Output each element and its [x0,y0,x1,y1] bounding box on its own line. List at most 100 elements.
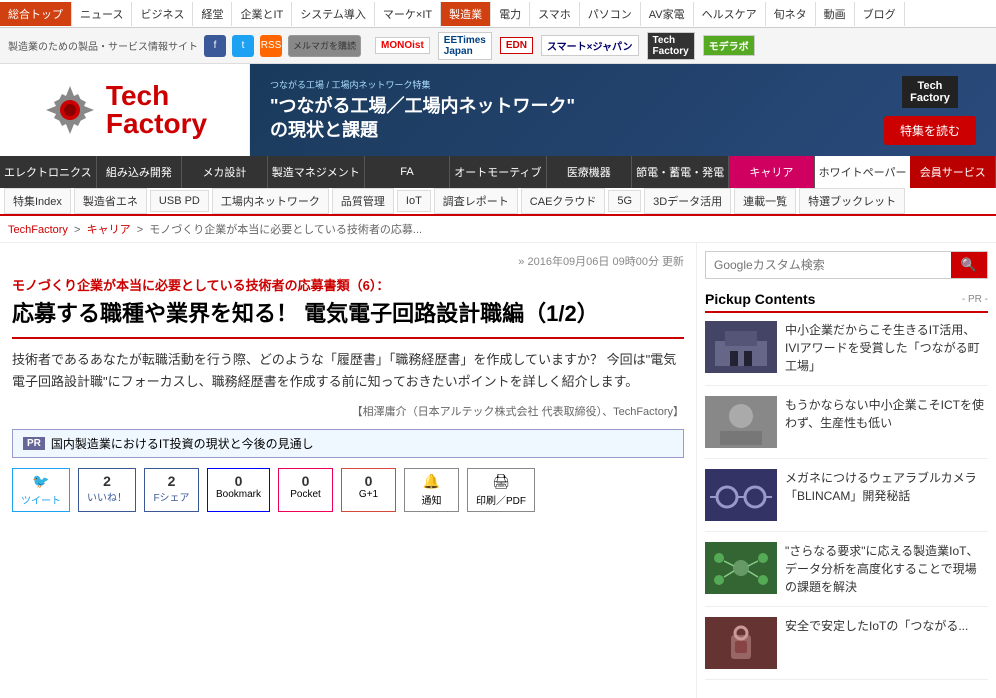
top-nav-item-trending[interactable]: 旬ネタ [766,2,816,26]
article-date: » 2016年09月06日 09時00分 更新 [12,253,684,269]
facebook-like-button[interactable]: 2 いいね！ [78,468,136,512]
cat-embedded[interactable]: 組み込み開発 [97,156,183,188]
top-nav-item-av[interactable]: AV家電 [641,2,694,26]
sub-nav-survey[interactable]: 調査レポート [434,188,518,214]
pickup-item-4: 安全で安定したIoTの「つながる... [705,617,988,680]
pickup-item-0: 中小企業だからこそ生きるIT活用、IVIアワードを受賞した「つながる町工場」 [705,321,988,386]
pickup-item-2: メガネにつけるウェアラブルカメラ「BLINCAM」開発秘話 [705,469,988,532]
facebook-icon[interactable]: f [204,35,226,57]
techfactory-partner-logo[interactable]: TechFactory [647,32,695,60]
pickup-title: Pickup Contents [705,291,815,307]
twitter-icon[interactable]: t [232,35,254,57]
article-author: 【相澤庸介（日本アルテック株式会社 代表取締役）、TechFactory】 [12,403,684,419]
pocket-label: Pocket [290,489,321,500]
bookmark-count: 0 [235,473,243,489]
logo-box: Tech Factory [42,82,207,138]
print-icon: 🖨 [492,473,510,490]
cat-automotive[interactable]: オートモーティブ [450,156,546,188]
banner-headline: "つながる工場／工場内ネットワーク"の現状と課題 [270,95,575,142]
monoist-logo[interactable]: MONOist [375,37,430,54]
top-nav-item-manufacturing[interactable]: 製造業 [441,2,491,26]
banner-tf-badge: TechFactory [902,76,958,108]
share-row: 🐦 ツイート 2 いいね！ 2 Fシェア 0 Bookmark 0 Pocket… [12,468,684,512]
cat-mecha[interactable]: メカ設計 [182,156,268,188]
cat-energy[interactable]: 節電・蓄電・発電 [632,156,729,188]
sub-nav-3d[interactable]: 3Dデータ活用 [644,188,731,214]
pickup-thumb-2 [705,469,777,521]
rss-icon[interactable]: RSS [260,35,282,57]
header-banner[interactable]: つながる工場 / 工場内ネットワーク特集 "つながる工場／工場内ネットワーク"の… [250,64,996,156]
facebook-share-button[interactable]: 2 Fシェア [144,468,199,512]
top-nav-item-smartphone[interactable]: スマホ [530,2,580,26]
gplus-button[interactable]: 0 G+1 [341,468,396,512]
search-box: 🔍 [705,251,988,279]
site-description: 製造業のための製品・サービス情報サイト [8,38,198,53]
pocket-button[interactable]: 0 Pocket [278,468,333,512]
sub-nav-quality[interactable]: 品質管理 [332,188,394,214]
top-nav-item-power[interactable]: 電力 [491,2,530,26]
pickup-text-0[interactable]: 中小企業だからこそ生きるIT活用、IVIアワードを受賞した「つながる町工場」 [785,321,988,375]
cat-member[interactable]: 会員サービス [910,156,996,188]
banner-read-button[interactable]: 特集を読む [884,116,976,145]
sub-nav-cae[interactable]: CAEクラウド [521,188,606,214]
pickup-thumb-1 [705,396,777,448]
facebook-label: いいね！ [87,489,127,504]
cat-whitepaper[interactable]: ホワイトペーパー [815,156,911,188]
print-label: 印刷／PDF [476,492,526,507]
pickup-pr-tag: - PR - [962,294,988,305]
cat-medical[interactable]: 医療機器 [547,156,633,188]
breadcrumb-home[interactable]: TechFactory [8,224,68,236]
pr-banner[interactable]: PR 国内製造業におけるIT投資の現状と今後の見通し [12,429,684,458]
top-nav-item-news[interactable]: ニュース [72,2,132,26]
bookmark-button[interactable]: 0 Bookmark [207,468,270,512]
pickup-text-3[interactable]: "さらなる要求"に応える製造業IoT、データ分析を高度化することで現場の課題を解… [785,542,988,596]
site-header: Tech Factory つながる工場 / 工場内ネットワーク特集 "つながる工… [0,64,996,156]
sub-nav-series[interactable]: 連載一覧 [734,188,796,214]
search-button[interactable]: 🔍 [951,252,987,278]
top-nav-item-system[interactable]: システム導入 [292,2,375,26]
pickup-text-2[interactable]: メガネにつけるウェアラブルカメラ「BLINCAM」開発秘話 [785,469,988,521]
sub-nav-usbpd[interactable]: USB PD [150,190,209,212]
sub-nav-booklet[interactable]: 特選ブックレット [799,188,905,214]
pickup-thumb-3 [705,542,777,594]
top-nav-item-health[interactable]: ヘルスケア [694,2,766,26]
top-nav-item-business[interactable]: ビジネス [132,2,193,26]
notify-button[interactable]: 🔔 通知 [404,468,459,512]
pickup-text-1[interactable]: もうかならない中小企業こそICTを使わず、生産性も低い [785,396,988,448]
sub-nav: 特集Index 製造省エネ USB PD 工場内ネットワーク 品質管理 IoT … [0,188,996,216]
cat-career[interactable]: キャリア [729,156,815,188]
cat-electronics[interactable]: エレクトロニクス [0,156,97,188]
sub-nav-manufacturing-energy[interactable]: 製造省エネ [74,188,147,214]
search-input[interactable] [706,252,951,278]
top-nav-item-economy[interactable]: 経堂 [193,2,232,26]
pickup-item-3: "さらなる要求"に応える製造業IoT、データ分析を高度化することで現場の課題を解… [705,542,988,607]
sidebar: 🔍 Pickup Contents - PR - 中小企業だからこそ生きるIT活… [696,243,996,698]
top-nav-item-video[interactable]: 動画 [816,2,855,26]
top-nav-item-company-it[interactable]: 企業とIT [232,2,292,26]
breadcrumb-career[interactable]: キャリア [87,224,131,236]
sub-nav-index[interactable]: 特集Index [4,188,71,214]
twitter-share-button[interactable]: 🐦 ツイート [12,468,70,512]
gplus-count: 0 [365,473,373,489]
morelabo-logo[interactable]: モデラボ [703,35,755,56]
cat-manufacturing-mgmt[interactable]: 製造マネジメント [268,156,365,188]
mail-magazine-button[interactable]: メルマガを購読 [288,35,361,57]
top-nav-item-market[interactable]: マーケ×IT [375,2,441,26]
edn-logo[interactable]: EDN [500,37,533,54]
eetimes-logo[interactable]: EETimesJapan [438,32,492,60]
article-series: モノづくり企業が本当に必要としている技術者の応募書類（6）： [12,275,684,294]
top-nav-item-top[interactable]: 総合トップ [0,2,72,26]
pickup-text-4[interactable]: 安全で安定したIoTの「つながる... [785,617,968,669]
breadcrumb-current: モノづくり企業が本当に必要としている技術者の応募... [149,224,422,236]
sub-nav-5g[interactable]: 5G [608,190,641,212]
top-nav-item-blog[interactable]: ブログ [855,2,905,26]
facebook-share-count: 2 [168,473,176,489]
top-nav-item-pc[interactable]: パソコン [580,2,641,26]
sub-nav-factory-network[interactable]: 工場内ネットワーク [212,188,329,214]
cat-fa[interactable]: FA [365,156,451,188]
logo-area[interactable]: Tech Factory [0,64,250,156]
category-nav: エレクトロニクス 組み込み開発 メカ設計 製造マネジメント FA オートモーティ… [0,156,996,188]
sub-nav-iot[interactable]: IoT [397,190,431,212]
print-button[interactable]: 🖨 印刷／PDF [467,468,535,512]
smartjapan-logo[interactable]: スマート×ジャパン [541,35,639,56]
